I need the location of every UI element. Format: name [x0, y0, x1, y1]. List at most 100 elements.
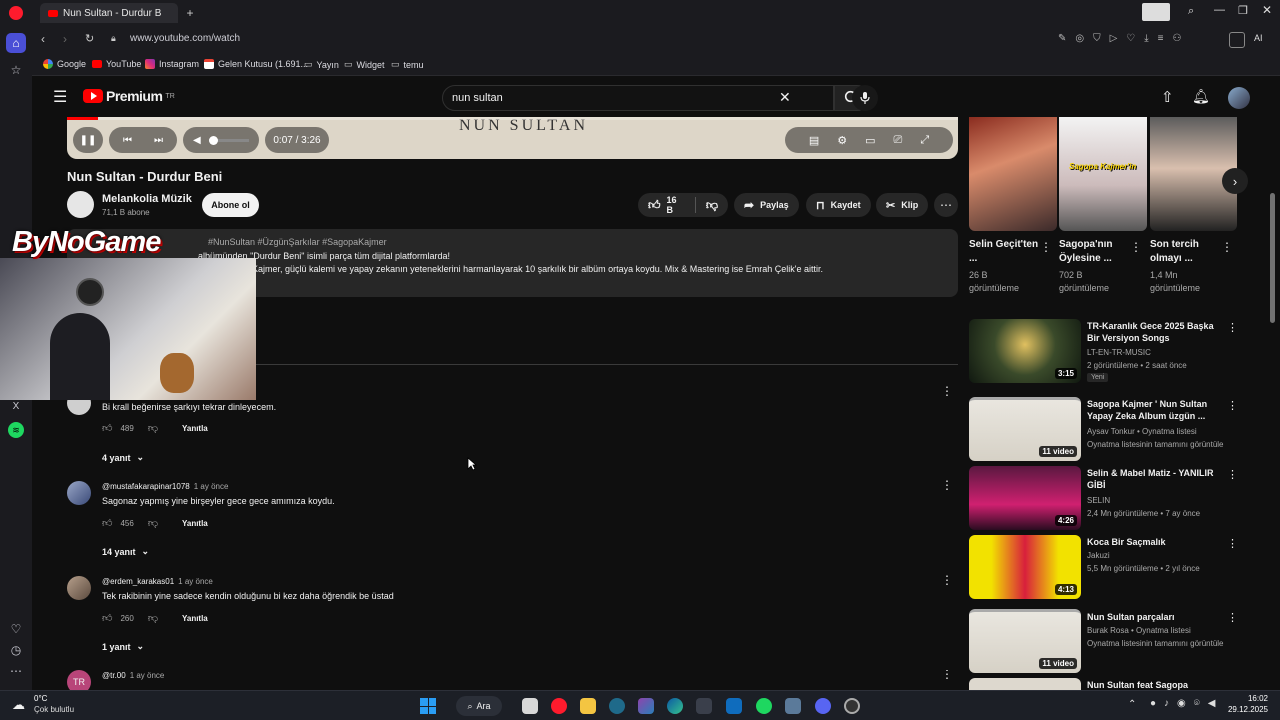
playlist-link[interactable]: Oynatma listesinin tamamını görüntüle — [1087, 440, 1224, 449]
minimize-button[interactable]: — — [1214, 4, 1225, 16]
comment-menu-icon[interactable]: ⋮ — [941, 670, 953, 681]
store-icon[interactable] — [696, 698, 712, 714]
video-menu-icon[interactable]: ⋮ — [1227, 537, 1238, 550]
dislike-icon[interactable]: 👎︎ — [148, 517, 158, 529]
short-title[interactable]: Son tercih olmayı ... — [1150, 238, 1220, 266]
app-icon[interactable] — [609, 698, 625, 714]
short-title[interactable]: Sagopa'nın Öylesine ... — [1059, 238, 1129, 266]
url-field[interactable]: www.youtube.com/watch — [130, 33, 240, 44]
replies-toggle[interactable]: 1 yanıt ⌄ — [102, 641, 144, 652]
pause-button[interactable]: ❚❚ — [73, 127, 103, 153]
maximize-button[interactable]: ❐ — [1238, 4, 1248, 17]
short-thumbnail[interactable]: Sagopa Kajmer'in — [1059, 117, 1147, 231]
tray-chevron-up-icon[interactable]: ⌃ — [1128, 699, 1136, 710]
home-icon[interactable]: ⌂ — [6, 33, 26, 53]
youtube-logo[interactable]: Premium TR — [83, 88, 175, 104]
notifications-bell-icon[interactable]: 🔔︎ — [1192, 88, 1210, 105]
video-title[interactable]: Nun Sultan parçaları — [1087, 611, 1217, 623]
bookmark-google[interactable]: Google — [43, 59, 86, 69]
video-title[interactable]: Selin & Mabel Matiz - YANILIR GİBİ — [1087, 467, 1217, 491]
short-menu-icon[interactable]: ⋮ — [1040, 240, 1052, 254]
video-thumbnail[interactable]: 4:13 — [969, 535, 1081, 599]
short-menu-icon[interactable]: ⋮ — [1221, 240, 1233, 254]
playlist-thumbnail[interactable]: 11 video — [969, 609, 1081, 673]
video-title[interactable]: Nun Sultan feat Sagopa Kajmer — [1087, 679, 1217, 690]
subtitles-icon[interactable]: ▤ — [809, 134, 819, 147]
video-player[interactable]: NUN SULTAN ❚❚ ⏮︎ ⏭︎ ◀︎ 0:07 / 3:26 ▤ ⚙ ▭ … — [67, 117, 958, 159]
spotify-icon[interactable] — [756, 698, 772, 714]
recommendation-item[interactable]: 4:26 Selin & Mabel Matiz - YANILIR GİBİ … — [969, 466, 1239, 530]
file-explorer-icon[interactable] — [580, 698, 596, 714]
prev-next-controls[interactable]: ⏮︎ ⏭︎ — [109, 127, 177, 153]
comment-menu-icon[interactable]: ⋮ — [941, 573, 953, 587]
ai-button[interactable]: AI — [1254, 33, 1263, 43]
voice-search-button[interactable] — [852, 85, 878, 111]
video-menu-icon[interactable]: ⋮ — [1227, 468, 1238, 481]
windows-start-icon[interactable] — [420, 698, 436, 714]
clip-button[interactable]: ✂ Klip — [876, 193, 929, 217]
new-tab-button[interactable]: + — [182, 5, 198, 21]
dislike-icon[interactable]: 👎︎ — [148, 422, 158, 434]
volume-slider[interactable] — [208, 135, 249, 145]
short-menu-icon[interactable]: ⋮ — [1130, 240, 1142, 254]
history-icon[interactable]: ◷ — [6, 640, 26, 660]
bookmark-youtube[interactable]: YouTube — [92, 59, 141, 69]
like-icon[interactable]: 👍︎ — [102, 422, 112, 434]
video-thumbnail[interactable]: 4:26 — [969, 466, 1081, 530]
recommendation-item[interactable]: 3:15 TR-Karanlık Gece 2025 Başka Bir Ver… — [969, 319, 1239, 383]
channel-name[interactable]: Aysav Tonkur • Oynatma listesi — [1087, 427, 1197, 436]
replies-toggle[interactable]: 14 yanıt ⌄ — [102, 546, 149, 557]
close-window-button[interactable]: ✕ — [1262, 3, 1272, 17]
player-right-controls[interactable]: ▤ ⚙ ▭ ⎚ ⤢ — [785, 127, 953, 153]
app-icon[interactable] — [844, 698, 860, 714]
taskbar-search[interactable]: ⌕ Ara — [456, 696, 502, 716]
discord-icon[interactable] — [815, 698, 831, 714]
browser-tab[interactable]: Nun Sultan - Durdur B — [40, 3, 178, 23]
settings-gear-icon[interactable]: ⚙ — [837, 134, 847, 147]
forward-button[interactable]: › — [63, 32, 67, 46]
cast-icon[interactable]: ⎚ — [894, 134, 903, 147]
recommendation-item[interactable]: Nun Sultan feat Sagopa Kajmer — [969, 678, 1239, 690]
playlist-link[interactable]: Oynatma listesinin tamamını görüntüle — [1087, 639, 1224, 648]
dislike-icon[interactable]: 👎︎ — [148, 612, 158, 624]
recommendation-item[interactable]: 4:13 Koca Bir Saçmalık Jakuzi 5,5 Mn gör… — [969, 535, 1239, 599]
account-avatar[interactable] — [1228, 87, 1250, 109]
short-thumbnail[interactable] — [969, 117, 1057, 231]
volume-control[interactable]: ◀︎ — [183, 127, 259, 153]
reply-button[interactable]: Yanıtla — [182, 424, 208, 433]
task-view-icon[interactable] — [522, 698, 538, 714]
clock-time[interactable]: 16:02 — [1218, 694, 1268, 703]
short-title[interactable]: Selin Geçit'ten ... — [969, 238, 1039, 266]
page-scrollbar[interactable] — [1270, 193, 1275, 323]
opera-logo-icon[interactable] — [9, 6, 23, 20]
channel-name[interactable]: SELIN — [1087, 496, 1110, 505]
avatar[interactable] — [67, 576, 91, 600]
back-button[interactable]: ‹ — [41, 32, 45, 46]
channel-name[interactable]: LT-EN-TR-MUSIC — [1087, 348, 1151, 357]
edge-icon[interactable] — [667, 698, 683, 714]
more-icon[interactable]: ⋯ — [6, 661, 26, 681]
star-icon[interactable]: ☆ — [6, 60, 26, 80]
like-icon[interactable]: 👍︎ — [102, 612, 112, 624]
reply-button[interactable]: Yanıtla — [182, 519, 208, 528]
fullscreen-icon[interactable]: ⤢ — [920, 134, 929, 147]
like-icon[interactable]: 👍︎ — [102, 517, 112, 529]
heart-icon[interactable]: ♡ — [6, 619, 26, 639]
avatar[interactable] — [67, 481, 91, 505]
bookmark-folder-yayin[interactable]: ▭ Yayın — [304, 59, 339, 70]
search-tabs-icon[interactable]: ⌕ — [1188, 5, 1194, 18]
replies-toggle[interactable]: 4 yanıt ⌄ — [102, 452, 144, 463]
previous-icon[interactable]: ⏮︎ — [123, 135, 132, 146]
search-input[interactable]: nun sultan ✕ — [442, 85, 834, 111]
bookmark-folder-widget[interactable]: ▭ Widget — [344, 59, 385, 70]
recommendation-item[interactable]: 11 video Sagopa Kajmer ' Nun Sultan Yapa… — [969, 397, 1239, 461]
comment-menu-icon[interactable]: ⋮ — [941, 384, 953, 398]
like-count[interactable]: 16 B — [667, 195, 685, 215]
next-icon[interactable]: ⏭︎ — [154, 135, 163, 146]
channel-name[interactable]: Melankolia Müzik — [102, 193, 192, 205]
video-title[interactable]: Sagopa Kajmer ' Nun Sultan Yapay Zeka Al… — [1087, 398, 1217, 422]
subscribe-button[interactable]: Abone ol — [202, 193, 259, 217]
opera-taskbar-icon[interactable] — [551, 698, 567, 714]
bookmark-instagram[interactable]: Instagram — [145, 59, 199, 69]
comment-author[interactable]: @erdem_karakas01 1 ay önce — [102, 577, 213, 586]
